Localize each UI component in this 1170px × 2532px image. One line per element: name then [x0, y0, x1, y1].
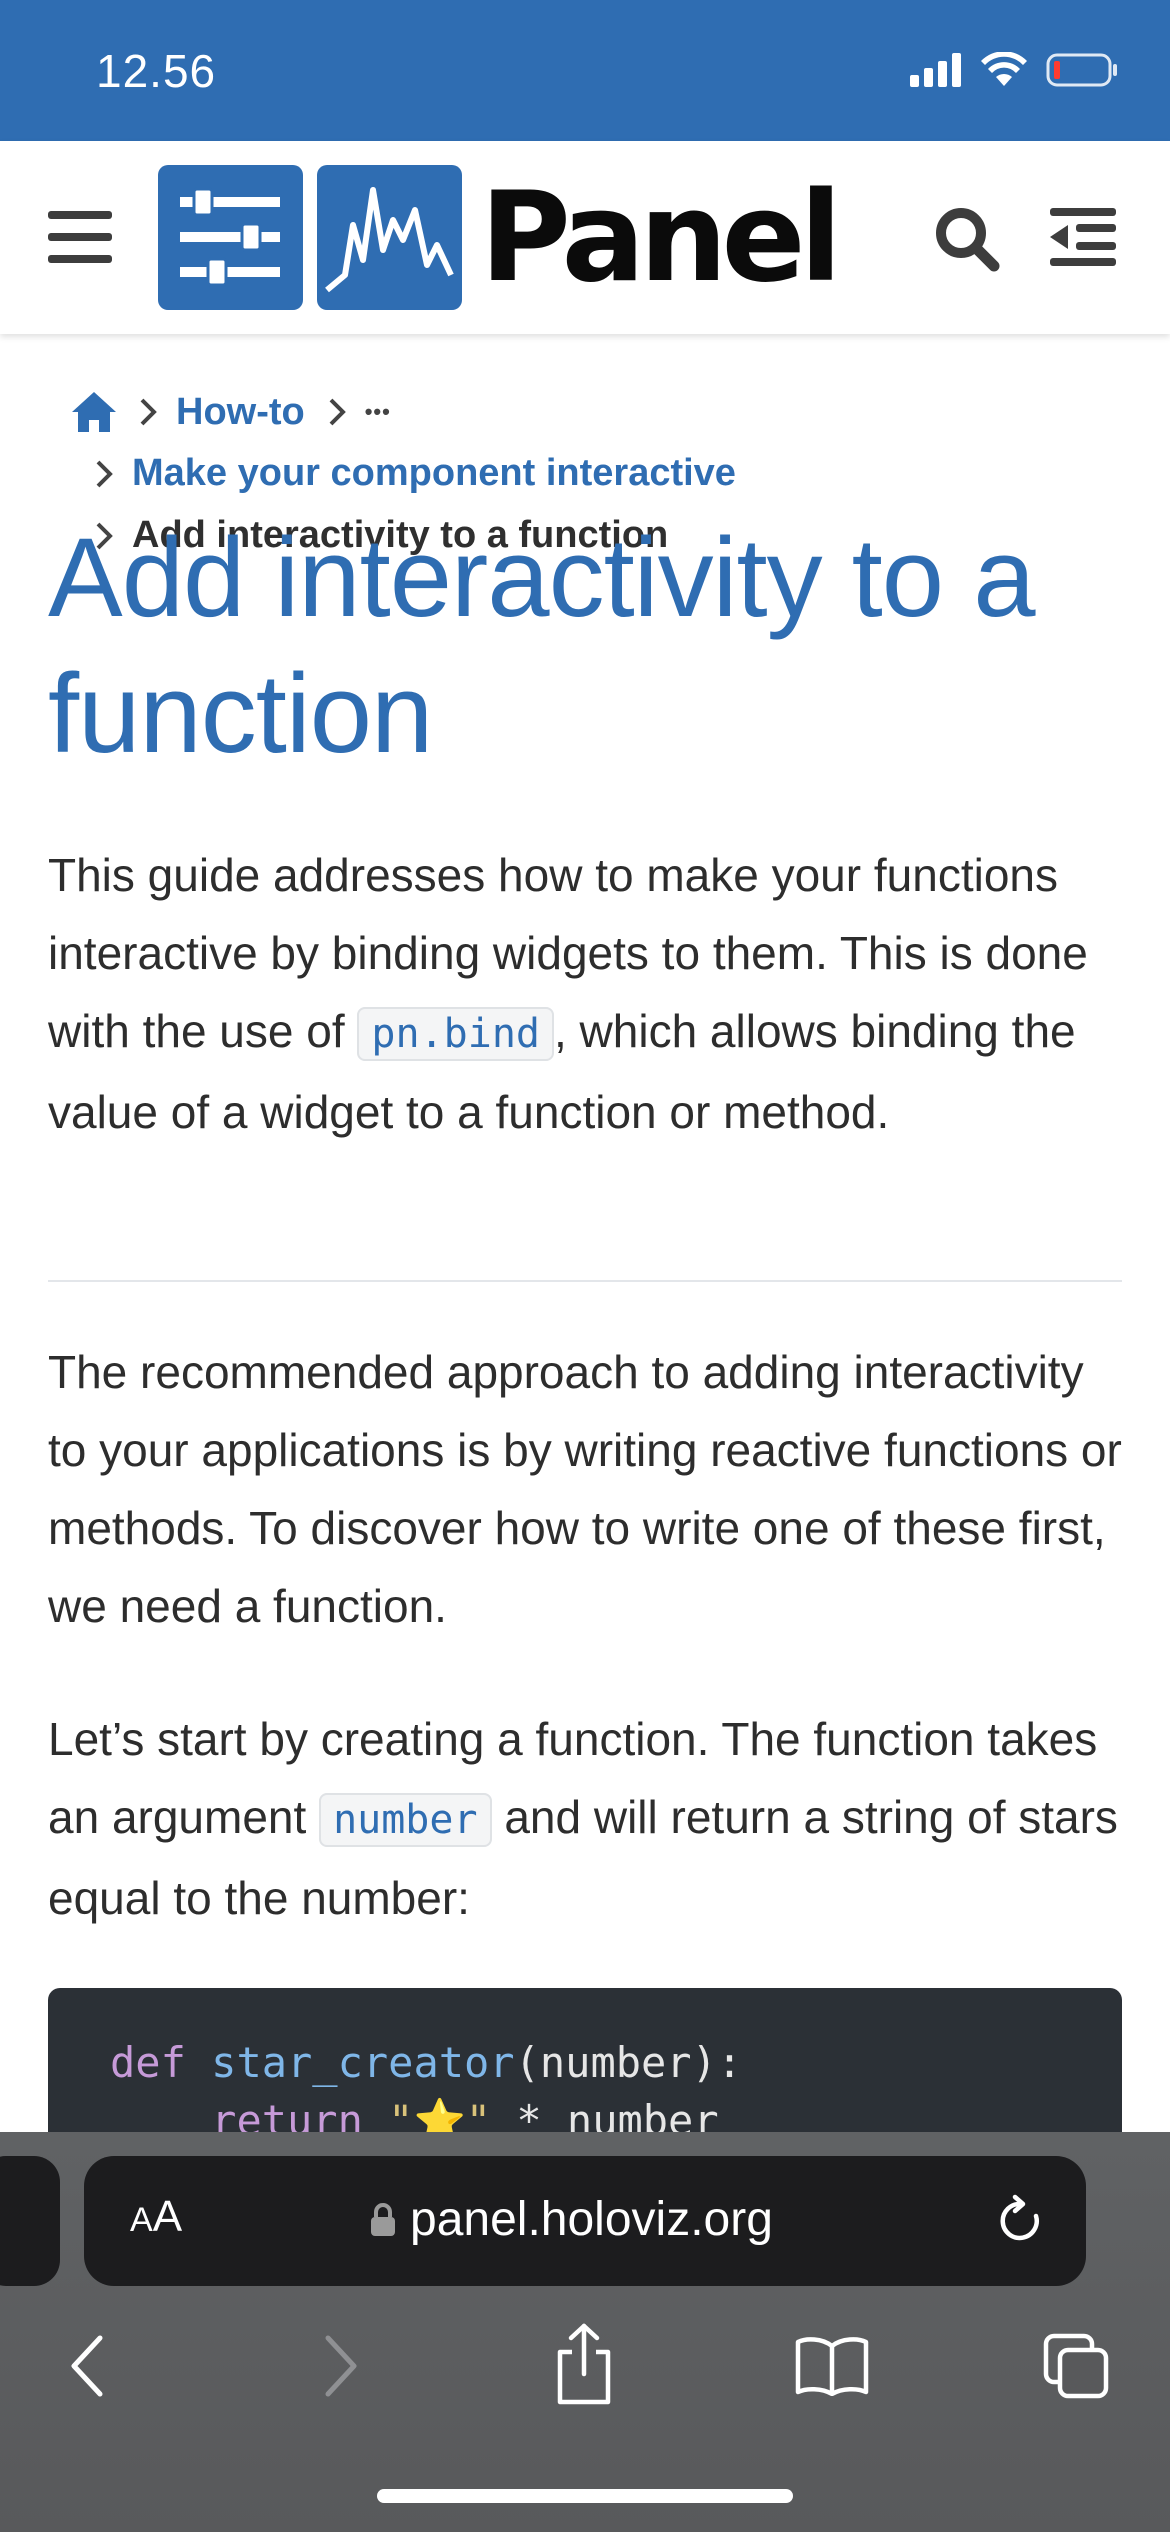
share-icon[interactable]	[552, 2322, 616, 2406]
home-icon[interactable]	[70, 390, 118, 434]
address-bar[interactable]: AA panel.holoviz.org	[84, 2156, 1086, 2286]
status-time: 12.56	[96, 45, 217, 97]
table-of-contents-icon[interactable]	[1050, 206, 1116, 268]
recommended-approach-paragraph: The recommended approach to adding inter…	[48, 1346, 1122, 1632]
wifi-icon	[981, 52, 1027, 86]
lock-icon	[371, 2202, 395, 2236]
page-title: Add interactivity to a function	[48, 515, 1036, 776]
code-params: (number):	[514, 2038, 743, 2087]
url-display[interactable]: panel.holoviz.org	[370, 2192, 773, 2247]
logo-wordmark: Panel	[480, 165, 842, 310]
chevron-right-icon	[96, 460, 113, 487]
inline-code-pn-bind: pn.bind	[357, 1007, 554, 1061]
previous-tab-peek[interactable]	[0, 2156, 60, 2286]
bookmarks-icon[interactable]	[794, 2336, 870, 2396]
url-text: panel.holoviz.org	[410, 2193, 773, 2246]
hamburger-menu-icon[interactable]	[48, 209, 112, 265]
breadcrumb-link-make-component-interactive[interactable]: Make your component interactive	[132, 452, 736, 495]
browser-toolbar	[0, 2322, 1170, 2432]
reload-icon[interactable]	[996, 2194, 1046, 2248]
chevron-right-icon	[329, 398, 346, 426]
browser-bottom-bar: AA panel.holoviz.org	[0, 2132, 1170, 2532]
breadcrumb-row-1: How-to •••	[70, 390, 391, 434]
search-icon[interactable]	[934, 206, 1000, 272]
inline-code-number: number	[319, 1793, 492, 1847]
cellular-signal-icon	[910, 53, 961, 87]
tabs-icon[interactable]	[1042, 2332, 1112, 2402]
code-keyword-def: def	[110, 2038, 186, 2087]
intro-paragraph: This guide addresses how to make your fu…	[48, 836, 1128, 1151]
status-icons	[910, 52, 1118, 88]
text-size-button[interactable]: AA	[130, 2192, 182, 2242]
breadcrumb-link-how-to[interactable]: How-to	[176, 391, 305, 434]
breadcrumb-row-2: Make your component interactive	[94, 452, 736, 495]
signal-logo-icon	[317, 165, 462, 310]
chevron-right-icon	[140, 398, 157, 426]
create-function-paragraph: Let’s start by creating a function. The …	[48, 1700, 1128, 1937]
forward-icon[interactable]	[320, 2334, 360, 2398]
breadcrumb-ellipsis[interactable]: •••	[365, 399, 391, 425]
sliders-logo-icon	[158, 165, 303, 310]
panel-logo[interactable]: Panel	[158, 165, 842, 310]
section-divider	[48, 1280, 1122, 1282]
home-indicator[interactable]	[377, 2489, 793, 2503]
site-header: Panel	[0, 141, 1170, 334]
status-bar: 12.56	[0, 0, 1170, 141]
battery-icon	[1046, 53, 1117, 87]
code-function-name: star_creator	[211, 2038, 515, 2087]
back-icon[interactable]	[68, 2334, 108, 2398]
